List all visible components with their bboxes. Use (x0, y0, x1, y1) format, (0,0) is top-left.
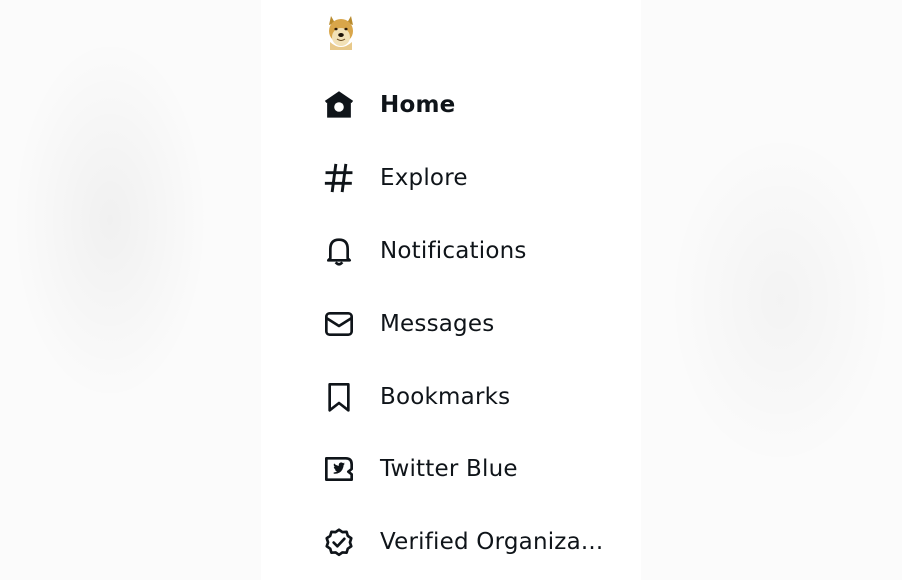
nav-item-bookmarks[interactable]: Bookmarks (321, 360, 603, 433)
nav-label-verified-organizations: Verified Organiza... (380, 529, 604, 556)
nav-label-bookmarks: Bookmarks (380, 383, 511, 410)
nav-item-explore[interactable]: Explore (321, 142, 603, 215)
nav-item-notifications[interactable]: Notifications (321, 215, 603, 288)
nav-item-verified-organizations[interactable]: Verified Organiza... (321, 506, 603, 579)
nav-item-home[interactable]: Home (321, 69, 603, 142)
home-icon (321, 88, 356, 123)
bookmark-icon (321, 379, 356, 414)
envelope-icon (321, 306, 356, 341)
hashtag-icon (321, 161, 356, 196)
bell-icon (321, 233, 356, 268)
nav-item-messages[interactable]: Messages (321, 287, 603, 360)
nav-label-home: Home (380, 92, 456, 119)
nav-label-twitter-blue: Twitter Blue (380, 456, 518, 483)
nav-label-messages: Messages (380, 310, 495, 337)
verified-badge-icon (321, 525, 356, 560)
sidebar-panel: Home Explore Notifications Messages Book… (261, 0, 641, 580)
main-nav: Home Explore Notifications Messages Book… (321, 69, 603, 579)
nav-item-twitter-blue[interactable]: Twitter Blue (321, 433, 603, 506)
doge-avatar-icon[interactable] (325, 12, 357, 50)
twitter-blue-icon (321, 452, 356, 487)
nav-label-notifications: Notifications (380, 237, 527, 264)
nav-label-explore: Explore (380, 165, 468, 192)
